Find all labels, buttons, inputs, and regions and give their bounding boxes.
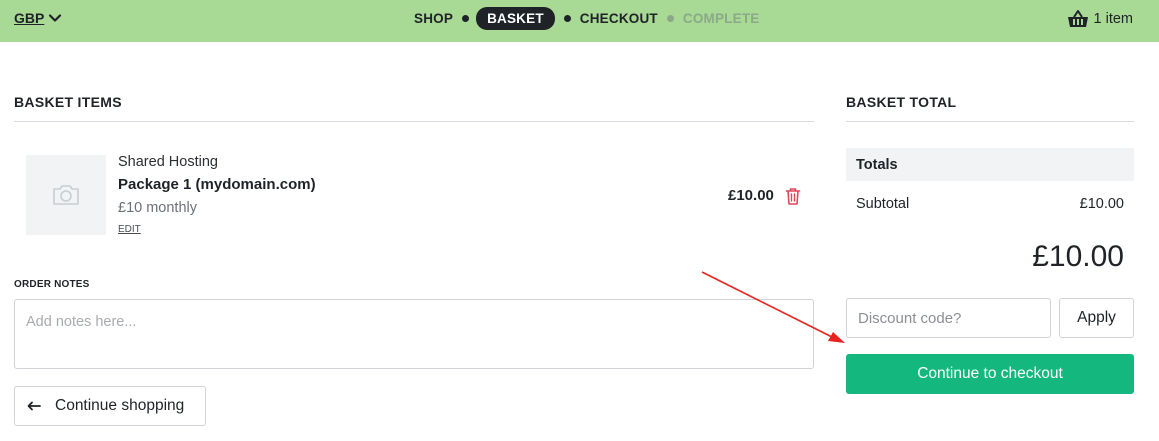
top-bar: GBP SHOP BASKET CHECKOUT COMPLETE 1 item bbox=[0, 0, 1159, 42]
currency-code: GBP bbox=[14, 10, 45, 26]
item-billing: £10 monthly bbox=[118, 200, 197, 216]
subtotal-label: Subtotal bbox=[856, 196, 910, 212]
currency-selector[interactable]: GBP bbox=[14, 10, 62, 26]
step-separator bbox=[563, 15, 571, 22]
order-notes-field[interactable] bbox=[14, 299, 814, 369]
order-notes-label: ORDER NOTES bbox=[14, 279, 90, 290]
basket-items-heading: BASKET ITEMS bbox=[14, 94, 122, 110]
cart-link[interactable]: 1 item bbox=[1067, 9, 1134, 29]
step-separator bbox=[462, 15, 470, 22]
step-shop[interactable]: SHOP bbox=[414, 11, 453, 26]
product-thumbnail bbox=[26, 155, 106, 235]
step-basket[interactable]: BASKET bbox=[476, 7, 555, 30]
item-category: Shared Hosting bbox=[118, 154, 218, 170]
continue-shopping-button[interactable]: Continue shopping bbox=[14, 386, 206, 426]
apply-discount-button[interactable]: Apply bbox=[1059, 298, 1134, 338]
step-checkout[interactable]: CHECKOUT bbox=[580, 11, 658, 26]
grand-total: £10.00 bbox=[1032, 240, 1124, 273]
totals-subheading: Totals bbox=[846, 148, 1134, 181]
item-name: Package 1 (mydomain.com) bbox=[118, 176, 316, 193]
step-separator bbox=[666, 15, 674, 22]
subtotal-value: £10.00 bbox=[1079, 196, 1124, 212]
continue-shopping-label: Continue shopping bbox=[55, 397, 185, 414]
basket-total-heading: BASKET TOTAL bbox=[846, 94, 957, 110]
trash-icon[interactable] bbox=[785, 187, 801, 205]
item-total: £10.00 bbox=[728, 187, 774, 204]
basket-icon bbox=[1067, 10, 1088, 27]
step-complete: COMPLETE bbox=[682, 11, 760, 26]
divider bbox=[14, 121, 814, 122]
checkout-steps: SHOP BASKET CHECKOUT COMPLETE bbox=[414, 7, 759, 30]
cart-count: 1 item bbox=[1093, 11, 1134, 27]
edit-item-link[interactable]: EDIT bbox=[118, 224, 141, 235]
arrow-left-icon bbox=[27, 401, 41, 411]
chevron-down-icon bbox=[49, 14, 62, 22]
continue-to-checkout-button[interactable]: Continue to checkout bbox=[846, 354, 1134, 394]
divider bbox=[846, 121, 1134, 122]
camera-icon bbox=[53, 185, 79, 205]
discount-code-input[interactable] bbox=[846, 298, 1051, 338]
